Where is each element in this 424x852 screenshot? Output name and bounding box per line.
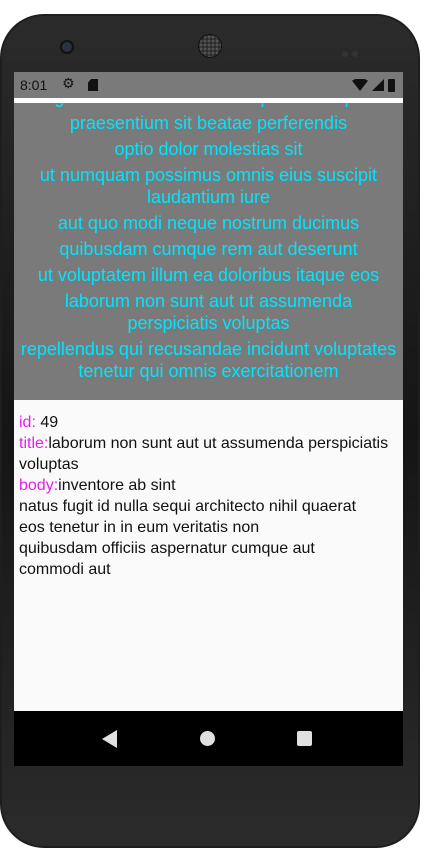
list-item[interactable]: ut voluptatem illum ea doloribus itaque … (14, 264, 403, 286)
id-value: 49 (35, 414, 59, 431)
earpiece-speaker (198, 34, 222, 58)
signal-icon (372, 79, 384, 91)
front-camera (60, 40, 74, 54)
body-line: commodi aut (19, 561, 111, 578)
post-detail: id: 49 title:laborum non sunt aut ut ass… (19, 412, 399, 580)
status-icons (352, 77, 395, 93)
status-time: 8:01 (20, 77, 48, 93)
body-line: quibusdam officiis aspernatur cumque aut (19, 540, 315, 557)
list-item[interactable]: ut numquam possimus omnis eius suscipit … (14, 164, 403, 208)
proximity-sensors (342, 42, 362, 57)
title-label: title: (19, 435, 49, 452)
list-item[interactable]: repellendus qui recusandae incidunt volu… (14, 338, 403, 382)
list-item[interactable]: praesentium sit beatae perferendis (14, 112, 403, 134)
navigation-bar (14, 711, 403, 766)
detail-body-row: body:inventore ab sint (19, 475, 399, 496)
detail-title-row: title:laborum non sunt aut ut assumenda … (19, 433, 399, 475)
post-list[interactable]: eligendi iste nostrum consequuntur adipi… (14, 98, 403, 400)
recents-square-icon[interactable] (297, 731, 312, 746)
battery-icon (388, 78, 395, 92)
detail-id-row: id: 49 (19, 412, 399, 433)
gear-icon: ⚙ (62, 76, 75, 92)
body-line: natus fugit id nulla sequi architecto ni… (19, 498, 357, 515)
wifi-icon (352, 79, 368, 91)
back-triangle-icon[interactable] (102, 730, 117, 748)
status-bar: 8:01 ⚙ (14, 72, 403, 98)
sd-card-icon (88, 79, 98, 91)
list-item[interactable]: aut quo modi neque nostrum ducimus (14, 212, 403, 234)
list-item[interactable]: quibusdam cumque rem aut deserunt (14, 238, 403, 260)
id-label: id: (19, 414, 36, 431)
home-circle-icon[interactable] (200, 731, 215, 746)
phone-screen: 8:01 ⚙ eligendi iste nostrum consequuntu… (14, 72, 403, 766)
body-line: inventore ab sint (58, 477, 176, 494)
title-value: laborum non sunt aut ut assumenda perspi… (19, 435, 389, 473)
body-line: eos tenetur in in eum veritatis non (19, 519, 260, 536)
list-top-divider (14, 98, 403, 103)
body-label: body: (19, 477, 59, 494)
list-item[interactable]: laborum non sunt aut ut assumenda perspi… (14, 290, 403, 334)
list-item[interactable]: optio dolor molestias sit (14, 138, 403, 160)
post-list-scroll[interactable]: eligendi iste nostrum consequuntur adipi… (14, 98, 403, 386)
